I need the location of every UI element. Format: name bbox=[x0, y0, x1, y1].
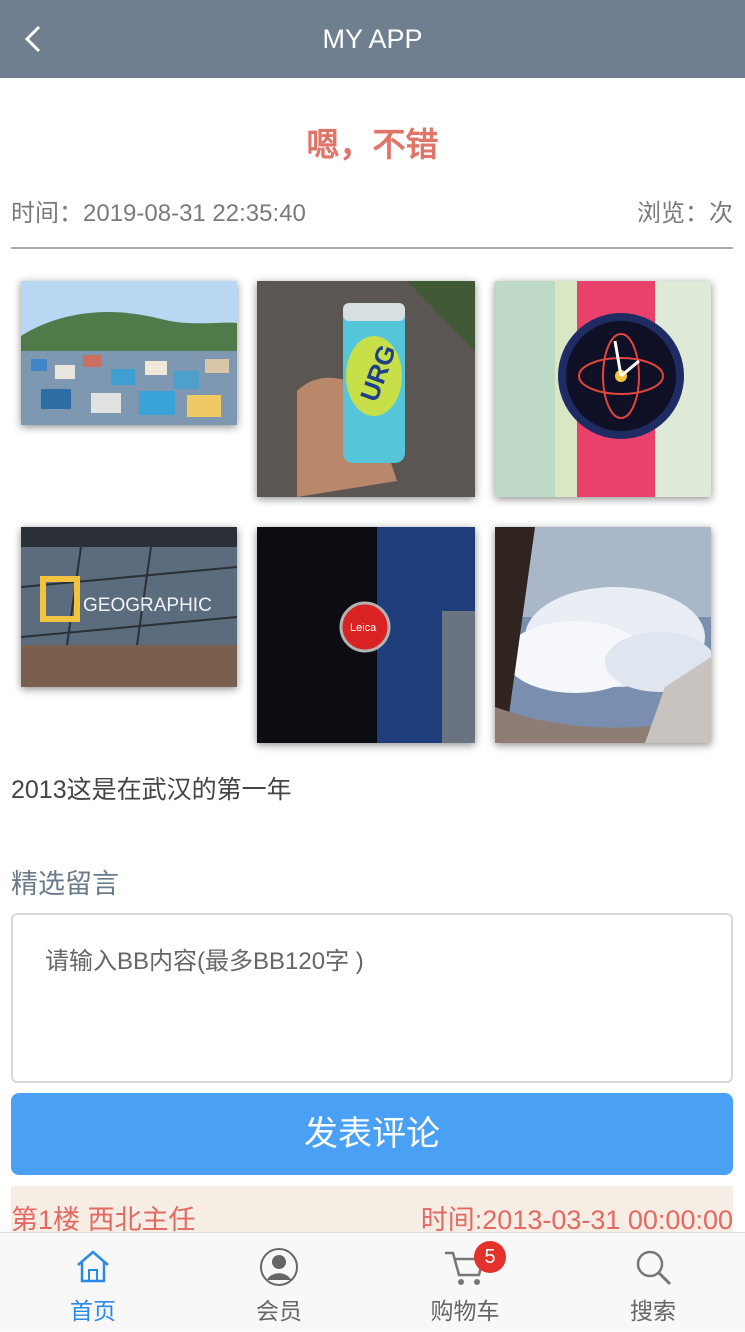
search-icon bbox=[636, 1250, 672, 1286]
tab-search-label: 搜索 bbox=[630, 1298, 676, 1324]
user-icon bbox=[260, 1248, 298, 1286]
submit-comment-button[interactable]: 发表评论 bbox=[11, 1093, 733, 1175]
publish-time: 时间：2019-08-31 22:35:40 bbox=[11, 200, 306, 227]
top-navbar: MY APP bbox=[0, 0, 745, 78]
gallery-image-ng-building[interactable]: GEOGRAPHIC bbox=[21, 527, 237, 687]
view-count: 浏览：次 bbox=[637, 200, 733, 227]
svg-text:GEOGRAPHIC: GEOGRAPHIC bbox=[83, 595, 212, 616]
article-title: 嗯，不错 bbox=[306, 126, 439, 163]
bottom-tabbar: 首页 会员 5 购物车 搜索 bbox=[0, 1232, 745, 1331]
tab-home[interactable]: 首页 bbox=[0, 1233, 186, 1332]
gallery-image-clouds[interactable] bbox=[495, 527, 711, 743]
divider bbox=[11, 247, 733, 249]
tab-home-label: 首页 bbox=[70, 1298, 116, 1324]
comments-section-title: 精选留言 bbox=[11, 869, 119, 899]
svg-text:Leica: Leica bbox=[350, 622, 377, 634]
comment-input[interactable]: 请输入BB内容(最多BB120字 ) bbox=[11, 913, 733, 1083]
article-meta: 时间：2019-08-31 22:35:40 浏览：次 bbox=[11, 193, 733, 227]
tab-member[interactable]: 会员 bbox=[186, 1233, 372, 1332]
cart-badge: 5 bbox=[474, 1241, 506, 1273]
article-caption: 2013这是在武汉的第一年 bbox=[11, 776, 292, 804]
gallery-image-town[interactable] bbox=[21, 281, 237, 425]
tab-search[interactable]: 搜索 bbox=[560, 1233, 745, 1332]
tab-member-label: 会员 bbox=[256, 1298, 302, 1324]
tab-cart-label: 购物车 bbox=[430, 1298, 500, 1324]
comment-item: 第1楼 西北主任 时间:2013-03-31 00:00:00 bbox=[11, 1186, 733, 1235]
home-icon bbox=[77, 1250, 109, 1283]
tab-cart[interactable]: 5 购物车 bbox=[372, 1233, 558, 1332]
gallery-image-watch[interactable] bbox=[495, 281, 711, 497]
gallery-image-leica[interactable]: Leica bbox=[257, 527, 475, 743]
gallery-image-can[interactable]: URG bbox=[257, 281, 475, 497]
page-title: MY APP bbox=[322, 24, 423, 54]
